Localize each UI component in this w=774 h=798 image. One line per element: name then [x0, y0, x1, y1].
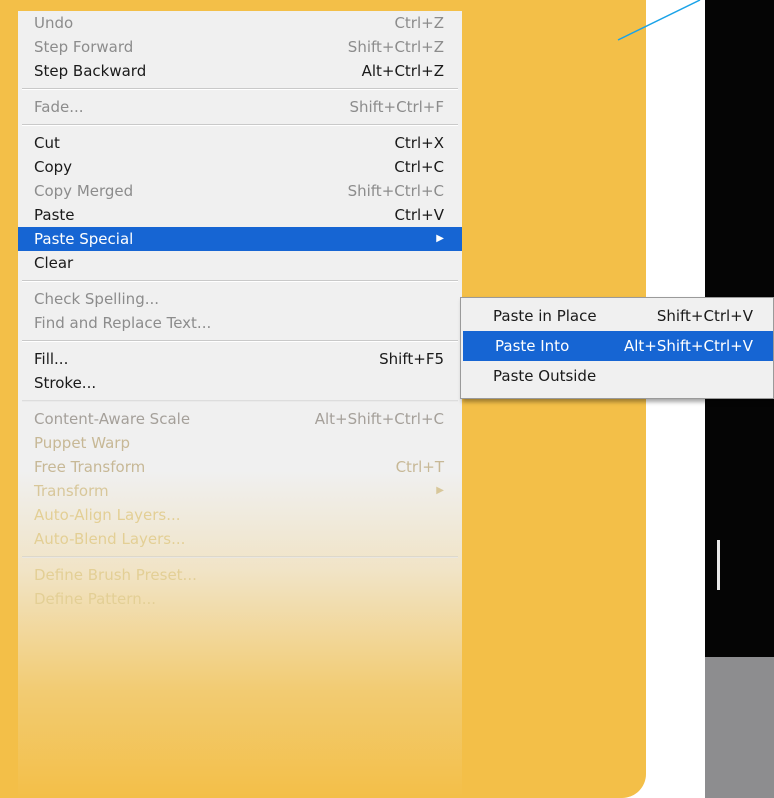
- menu-item-label: Puppet Warp: [34, 434, 130, 452]
- menu-item-label: Copy Merged: [34, 182, 134, 200]
- submenu-item-paste-in-place[interactable]: Paste in Place Shift+Ctrl+V: [461, 301, 773, 331]
- menu-item-fade[interactable]: Fade... Shift+Ctrl+F: [18, 95, 462, 119]
- menu-item-label: Define Brush Preset...: [34, 566, 197, 584]
- menu-item-shortcut: Alt+Ctrl+Z: [361, 62, 444, 80]
- menu-item-check-spelling[interactable]: Check Spelling...: [18, 287, 462, 311]
- menu-item-copy[interactable]: Copy Ctrl+C: [18, 155, 462, 179]
- menu-separator: [22, 340, 458, 342]
- screenshot-stage: Undo Ctrl+Z Step Forward Shift+Ctrl+Z St…: [0, 0, 774, 798]
- menu-item-label: Step Backward: [34, 62, 147, 80]
- menu-item-content-aware-scale[interactable]: Content-Aware Scale Alt+Shift+Ctrl+C: [18, 407, 462, 431]
- menu-item-label: Auto-Blend Layers...: [34, 530, 186, 548]
- menu-item-label: Define Pattern...: [34, 590, 156, 608]
- menu-item-fill[interactable]: Fill... Shift+F5: [18, 347, 462, 371]
- submenu-arrow-icon: ▶: [436, 485, 444, 496]
- menu-item-find-replace-text[interactable]: Find and Replace Text...: [18, 311, 462, 335]
- canvas-mark: [717, 540, 720, 590]
- menu-item-shortcut: Shift+F5: [379, 350, 444, 368]
- menu-item-label: Stroke...: [34, 374, 97, 392]
- menu-item-shortcut: Shift+Ctrl+Z: [347, 38, 444, 56]
- menu-item-stroke[interactable]: Stroke...: [18, 371, 462, 395]
- menu-item-label: Fill...: [34, 350, 69, 368]
- menu-item-shortcut: Ctrl+C: [394, 158, 444, 176]
- menu-item-auto-blend-layers[interactable]: Auto-Blend Layers...: [18, 527, 462, 551]
- menu-item-label: Fade...: [34, 98, 84, 116]
- submenu-item-paste-into[interactable]: Paste Into Alt+Shift+Ctrl+V: [463, 331, 773, 361]
- menu-item-shortcut: Ctrl+T: [395, 458, 444, 476]
- menu-item-free-transform[interactable]: Free Transform Ctrl+T: [18, 455, 462, 479]
- menu-item-label: Paste in Place: [493, 307, 597, 325]
- menu-separator: [22, 280, 458, 282]
- menu-item-label: Auto-Align Layers...: [34, 506, 181, 524]
- menu-item-paste[interactable]: Paste Ctrl+V: [18, 203, 462, 227]
- paste-special-submenu: Paste in Place Shift+Ctrl+V Paste Into A…: [460, 297, 774, 399]
- menu-item-puppet-warp[interactable]: Puppet Warp: [18, 431, 462, 455]
- menu-item-shortcut: Shift+Ctrl+F: [349, 98, 444, 116]
- menu-item-label: Transform: [34, 482, 109, 500]
- menu-item-undo[interactable]: Undo Ctrl+Z: [18, 11, 462, 35]
- menu-item-label: Step Forward: [34, 38, 134, 56]
- menu-item-step-forward[interactable]: Step Forward Shift+Ctrl+Z: [18, 35, 462, 59]
- menu-item-label: Paste Outside: [493, 367, 597, 385]
- menu-item-label: Paste Into: [495, 337, 570, 355]
- menu-item-shortcut: Shift+Ctrl+C: [347, 182, 444, 200]
- menu-separator: [22, 124, 458, 126]
- menu-item-shortcut: Alt+Shift+Ctrl+V: [623, 337, 753, 355]
- menu-item-step-backward[interactable]: Step Backward Alt+Ctrl+Z: [18, 59, 462, 83]
- menu-item-label: Copy: [34, 158, 73, 176]
- menu-item-label: Clear: [34, 254, 74, 272]
- menu-item-clear[interactable]: Clear: [18, 251, 462, 275]
- menu-item-define-brush-preset[interactable]: Define Brush Preset...: [18, 563, 462, 587]
- menu-item-shortcut: Ctrl+X: [394, 134, 444, 152]
- menu-item-shortcut: Alt+Shift+Ctrl+C: [314, 410, 444, 428]
- menu-item-label: Paste Special: [34, 230, 134, 248]
- menu-item-define-pattern[interactable]: Define Pattern...: [18, 587, 462, 611]
- submenu-item-paste-outside[interactable]: Paste Outside: [461, 361, 773, 391]
- menu-item-paste-special[interactable]: Paste Special ▶: [18, 227, 462, 251]
- submenu-arrow-icon: ▶: [436, 233, 444, 244]
- menu-item-shortcut: Ctrl+V: [394, 206, 444, 224]
- menu-separator: [22, 400, 458, 402]
- menu-item-label: Content-Aware Scale: [34, 410, 191, 428]
- menu-item-transform[interactable]: Transform ▶: [18, 479, 462, 503]
- menu-item-label: Free Transform: [34, 458, 146, 476]
- menu-separator: [22, 556, 458, 558]
- edit-menu: Undo Ctrl+Z Step Forward Shift+Ctrl+Z St…: [18, 11, 462, 798]
- menu-item-label: Check Spelling...: [34, 290, 160, 308]
- canvas-gray-region: [705, 657, 774, 798]
- menu-item-shortcut: Ctrl+Z: [394, 14, 444, 32]
- menu-item-shortcut: Shift+Ctrl+V: [656, 307, 753, 325]
- menu-item-label: Paste: [34, 206, 75, 224]
- menu-separator: [22, 88, 458, 90]
- menu-item-auto-align-layers[interactable]: Auto-Align Layers...: [18, 503, 462, 527]
- menu-item-copy-merged[interactable]: Copy Merged Shift+Ctrl+C: [18, 179, 462, 203]
- menu-item-label: Undo: [34, 14, 74, 32]
- menu-item-label: Cut: [34, 134, 60, 152]
- menu-item-label: Find and Replace Text...: [34, 314, 212, 332]
- menu-item-cut[interactable]: Cut Ctrl+X: [18, 131, 462, 155]
